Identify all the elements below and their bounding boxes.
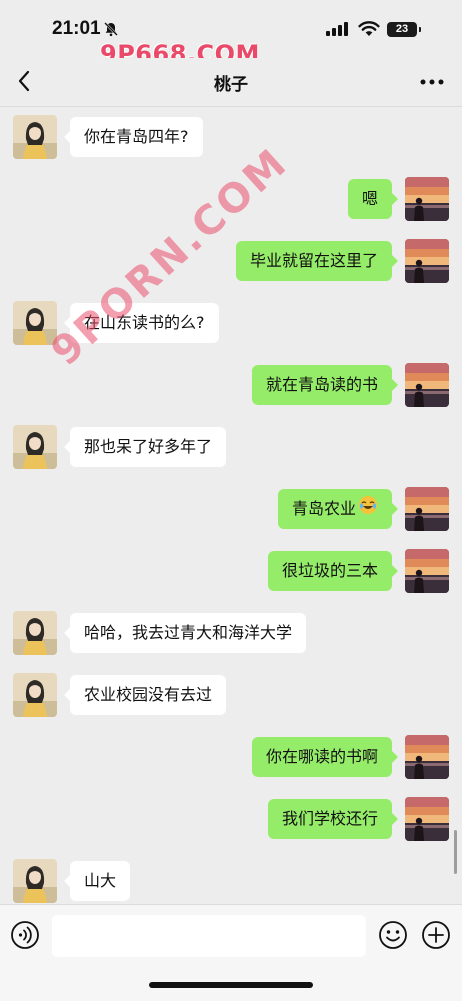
message-row: 很垃圾的三本 <box>0 546 462 596</box>
battery-indicator: 23 <box>387 22 421 37</box>
home-indicator[interactable] <box>149 982 313 988</box>
chat-message-list[interactable]: 你在青岛四年? 嗯毕业就留在这里了在山东读书的么? 就在青岛读的书那也呆了好多年了青… <box>0 107 462 904</box>
signal-icon <box>326 22 348 36</box>
outgoing-message-bubble[interactable]: 毕业就留在这里了 <box>235 241 399 281</box>
status-time: 21:01 <box>52 18 101 39</box>
message-row: 我们学校还行 <box>0 794 462 844</box>
self-avatar[interactable] <box>405 735 449 779</box>
incoming-message-bubble[interactable]: 山大 <box>63 861 131 901</box>
outgoing-message-bubble[interactable]: 青岛农业 <box>277 489 399 530</box>
outgoing-message-bubble[interactable]: 你在哪读的书啊 <box>251 737 399 777</box>
incoming-message-bubble[interactable]: 那也呆了好多年了 <box>63 427 227 467</box>
incoming-message-bubble[interactable]: 农业校园没有去过 <box>63 675 227 715</box>
message-text: 毕业就留在这里了 <box>249 251 378 270</box>
message-row: 哈哈，我去过青大和海洋大学 <box>0 608 462 658</box>
message-row: 嗯 <box>0 174 462 224</box>
self-avatar[interactable] <box>405 797 449 841</box>
voice-icon[interactable] <box>10 920 40 950</box>
message-row: 毕业就留在这里了 <box>0 236 462 286</box>
message-text: 那也呆了好多年了 <box>84 437 213 456</box>
self-avatar[interactable] <box>405 549 449 593</box>
message-text: 就在青岛读的书 <box>265 375 378 394</box>
message-text: 哈哈，我去过青大和海洋大学 <box>84 623 293 642</box>
outgoing-message-bubble[interactable]: 很垃圾的三本 <box>267 551 399 591</box>
self-avatar[interactable] <box>405 239 449 283</box>
scrollbar[interactable] <box>454 830 457 874</box>
message-row: 你在青岛四年? <box>0 112 462 162</box>
contact-avatar[interactable] <box>13 859 57 903</box>
outgoing-message-bubble[interactable]: 就在青岛读的书 <box>251 365 399 405</box>
plus-icon[interactable] <box>421 920 451 950</box>
message-text: 在山东读书的么? <box>84 313 205 332</box>
message-text: 山大 <box>84 871 117 890</box>
contact-avatar[interactable] <box>13 115 57 159</box>
message-row: 山大 <box>0 856 462 904</box>
more-dots-icon[interactable] <box>418 72 446 92</box>
self-avatar[interactable] <box>405 487 449 531</box>
outgoing-message-bubble[interactable]: 我们学校还行 <box>267 799 399 839</box>
bell-slash-icon <box>104 22 118 37</box>
message-input[interactable] <box>52 915 366 957</box>
message-row: 在山东读书的么? <box>0 298 462 348</box>
message-text: 你在青岛四年? <box>84 127 189 146</box>
incoming-message-bubble[interactable]: 在山东读书的么? <box>64 303 219 343</box>
smiley-icon[interactable] <box>378 920 408 950</box>
message-text: 青岛农业 <box>291 499 356 518</box>
self-avatar[interactable] <box>405 363 449 407</box>
message-row: 农业校园没有去过 <box>0 670 462 720</box>
nav-bar: 桃子 <box>0 58 462 107</box>
message-row: 青岛农业 <box>0 484 462 534</box>
message-text: 农业校园没有去过 <box>84 685 213 704</box>
message-row: 就在青岛读的书 <box>0 360 462 410</box>
contact-avatar[interactable] <box>13 301 57 345</box>
outgoing-message-bubble[interactable]: 嗯 <box>347 179 399 219</box>
message-text: 你在哪读的书啊 <box>265 747 378 766</box>
chat-title: 桃子 <box>214 75 248 95</box>
status-bar: 21:01 9P668.COM 23 <box>0 0 462 68</box>
message-text: 我们学校还行 <box>281 809 378 828</box>
message-text: 很垃圾的三本 <box>281 561 378 580</box>
laughing-crying-emoji <box>358 490 378 530</box>
message-text: 嗯 <box>361 189 378 208</box>
contact-avatar[interactable] <box>13 425 57 469</box>
message-row: 那也呆了好多年了 <box>0 422 462 472</box>
message-row: 你在哪读的书啊 <box>0 732 462 782</box>
wifi-icon <box>358 21 380 36</box>
contact-avatar[interactable] <box>13 611 57 655</box>
incoming-message-bubble[interactable]: 你在青岛四年? <box>64 117 203 157</box>
self-avatar[interactable] <box>405 177 449 221</box>
contact-avatar[interactable] <box>13 673 57 717</box>
incoming-message-bubble[interactable]: 哈哈，我去过青大和海洋大学 <box>63 613 307 653</box>
